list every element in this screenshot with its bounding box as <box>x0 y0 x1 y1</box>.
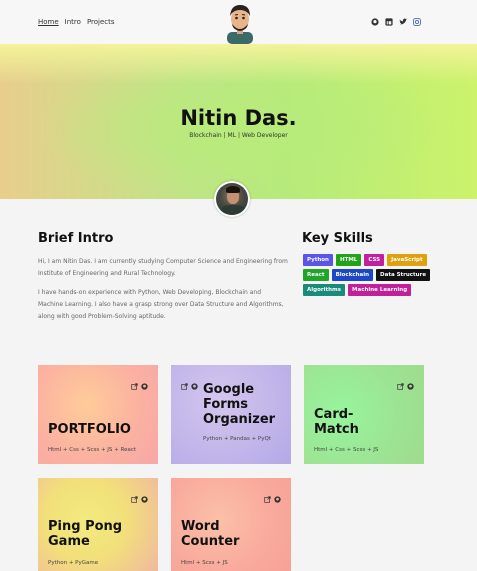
profile-photo <box>214 181 250 217</box>
github-icon[interactable] <box>141 488 148 503</box>
skill-tag-react: React <box>303 269 329 281</box>
project-card-portfolio[interactable]: PORTFOLIO Html + Css + Scss + JS + React <box>38 365 158 464</box>
github-icon[interactable] <box>407 375 414 390</box>
project-card-ping-pong-game[interactable]: Ping Pong Game Python + PyGame <box>38 478 158 571</box>
project-title: PORTFOLIO <box>48 422 131 437</box>
nav-link-home[interactable]: Home <box>38 18 59 26</box>
external-link-icon[interactable] <box>397 375 404 390</box>
intro-paragraph-1: Hi, I am Nitin Das. I am currently study… <box>38 258 288 277</box>
intro-heading: Brief Intro <box>38 231 114 246</box>
skills-heading: Key Skills <box>302 231 373 246</box>
nav-links: Home Intro Projects <box>38 18 115 26</box>
linkedin-icon[interactable] <box>385 18 393 26</box>
project-tech: Html + Scss + JS <box>181 560 228 566</box>
cartoon-avatar <box>227 5 253 44</box>
intro-paragraph-2: I have hands-on experience with Python, … <box>38 289 284 320</box>
project-title: Card-Match <box>314 407 359 437</box>
github-icon[interactable] <box>371 18 379 26</box>
skill-tag-css: CSS <box>364 254 385 266</box>
skill-tag-html: HTML <box>335 254 362 266</box>
external-link-icon[interactable] <box>131 488 138 503</box>
skills-tag-list: Python HTML CSS JavaScript React Blockch… <box>303 254 433 296</box>
nav-link-intro[interactable]: Intro <box>65 18 81 26</box>
github-icon[interactable] <box>191 375 198 390</box>
top-navbar: Home Intro Projects <box>0 0 477 44</box>
github-icon[interactable] <box>274 488 281 503</box>
github-icon[interactable] <box>141 375 148 390</box>
project-tech: Html + Css + Scss + JS <box>314 447 379 453</box>
project-tech: Html + Css + Scss + JS + React <box>48 447 137 453</box>
project-title: Ping Pong Game <box>48 519 123 549</box>
twitter-icon[interactable] <box>399 18 407 26</box>
skill-tag-algorithms: Algorithms <box>303 284 346 296</box>
project-card-card-match[interactable]: Card-Match Html + Css + Scss + JS <box>304 365 424 464</box>
skill-tag-data-structure: Data Structure <box>376 269 431 281</box>
project-title: Word Counter <box>181 519 240 549</box>
skill-tag-blockchain: Blockchain <box>331 269 374 281</box>
instagram-icon[interactable] <box>413 18 421 26</box>
hero-subtitle: Blockchain | ML | Web Developer <box>189 132 288 139</box>
project-tech: Python + PyGame <box>48 560 99 566</box>
nav-link-projects[interactable]: Projects <box>87 18 115 26</box>
external-link-icon[interactable] <box>264 488 271 503</box>
skill-tag-python: Python <box>303 254 333 266</box>
project-title: Google Forms Organizer <box>203 382 276 427</box>
project-card-word-counter[interactable]: Word Counter Html + Scss + JS <box>171 478 291 571</box>
skill-tag-machine-learning: Machine Learning <box>348 284 412 296</box>
social-icons <box>371 18 421 26</box>
hero-name: Nitin Das. <box>180 106 297 130</box>
project-card-google-forms-organizer[interactable]: Google Forms Organizer Python + Pandas +… <box>171 365 291 464</box>
external-link-icon[interactable] <box>131 375 138 390</box>
project-tech: Python + Pandas + PyQt <box>203 436 271 442</box>
external-link-icon[interactable] <box>181 375 188 390</box>
skill-tag-javascript: JavaScript <box>387 254 427 266</box>
hero-banner: Nitin Das. Blockchain | ML | Web Develop… <box>0 44 477 199</box>
